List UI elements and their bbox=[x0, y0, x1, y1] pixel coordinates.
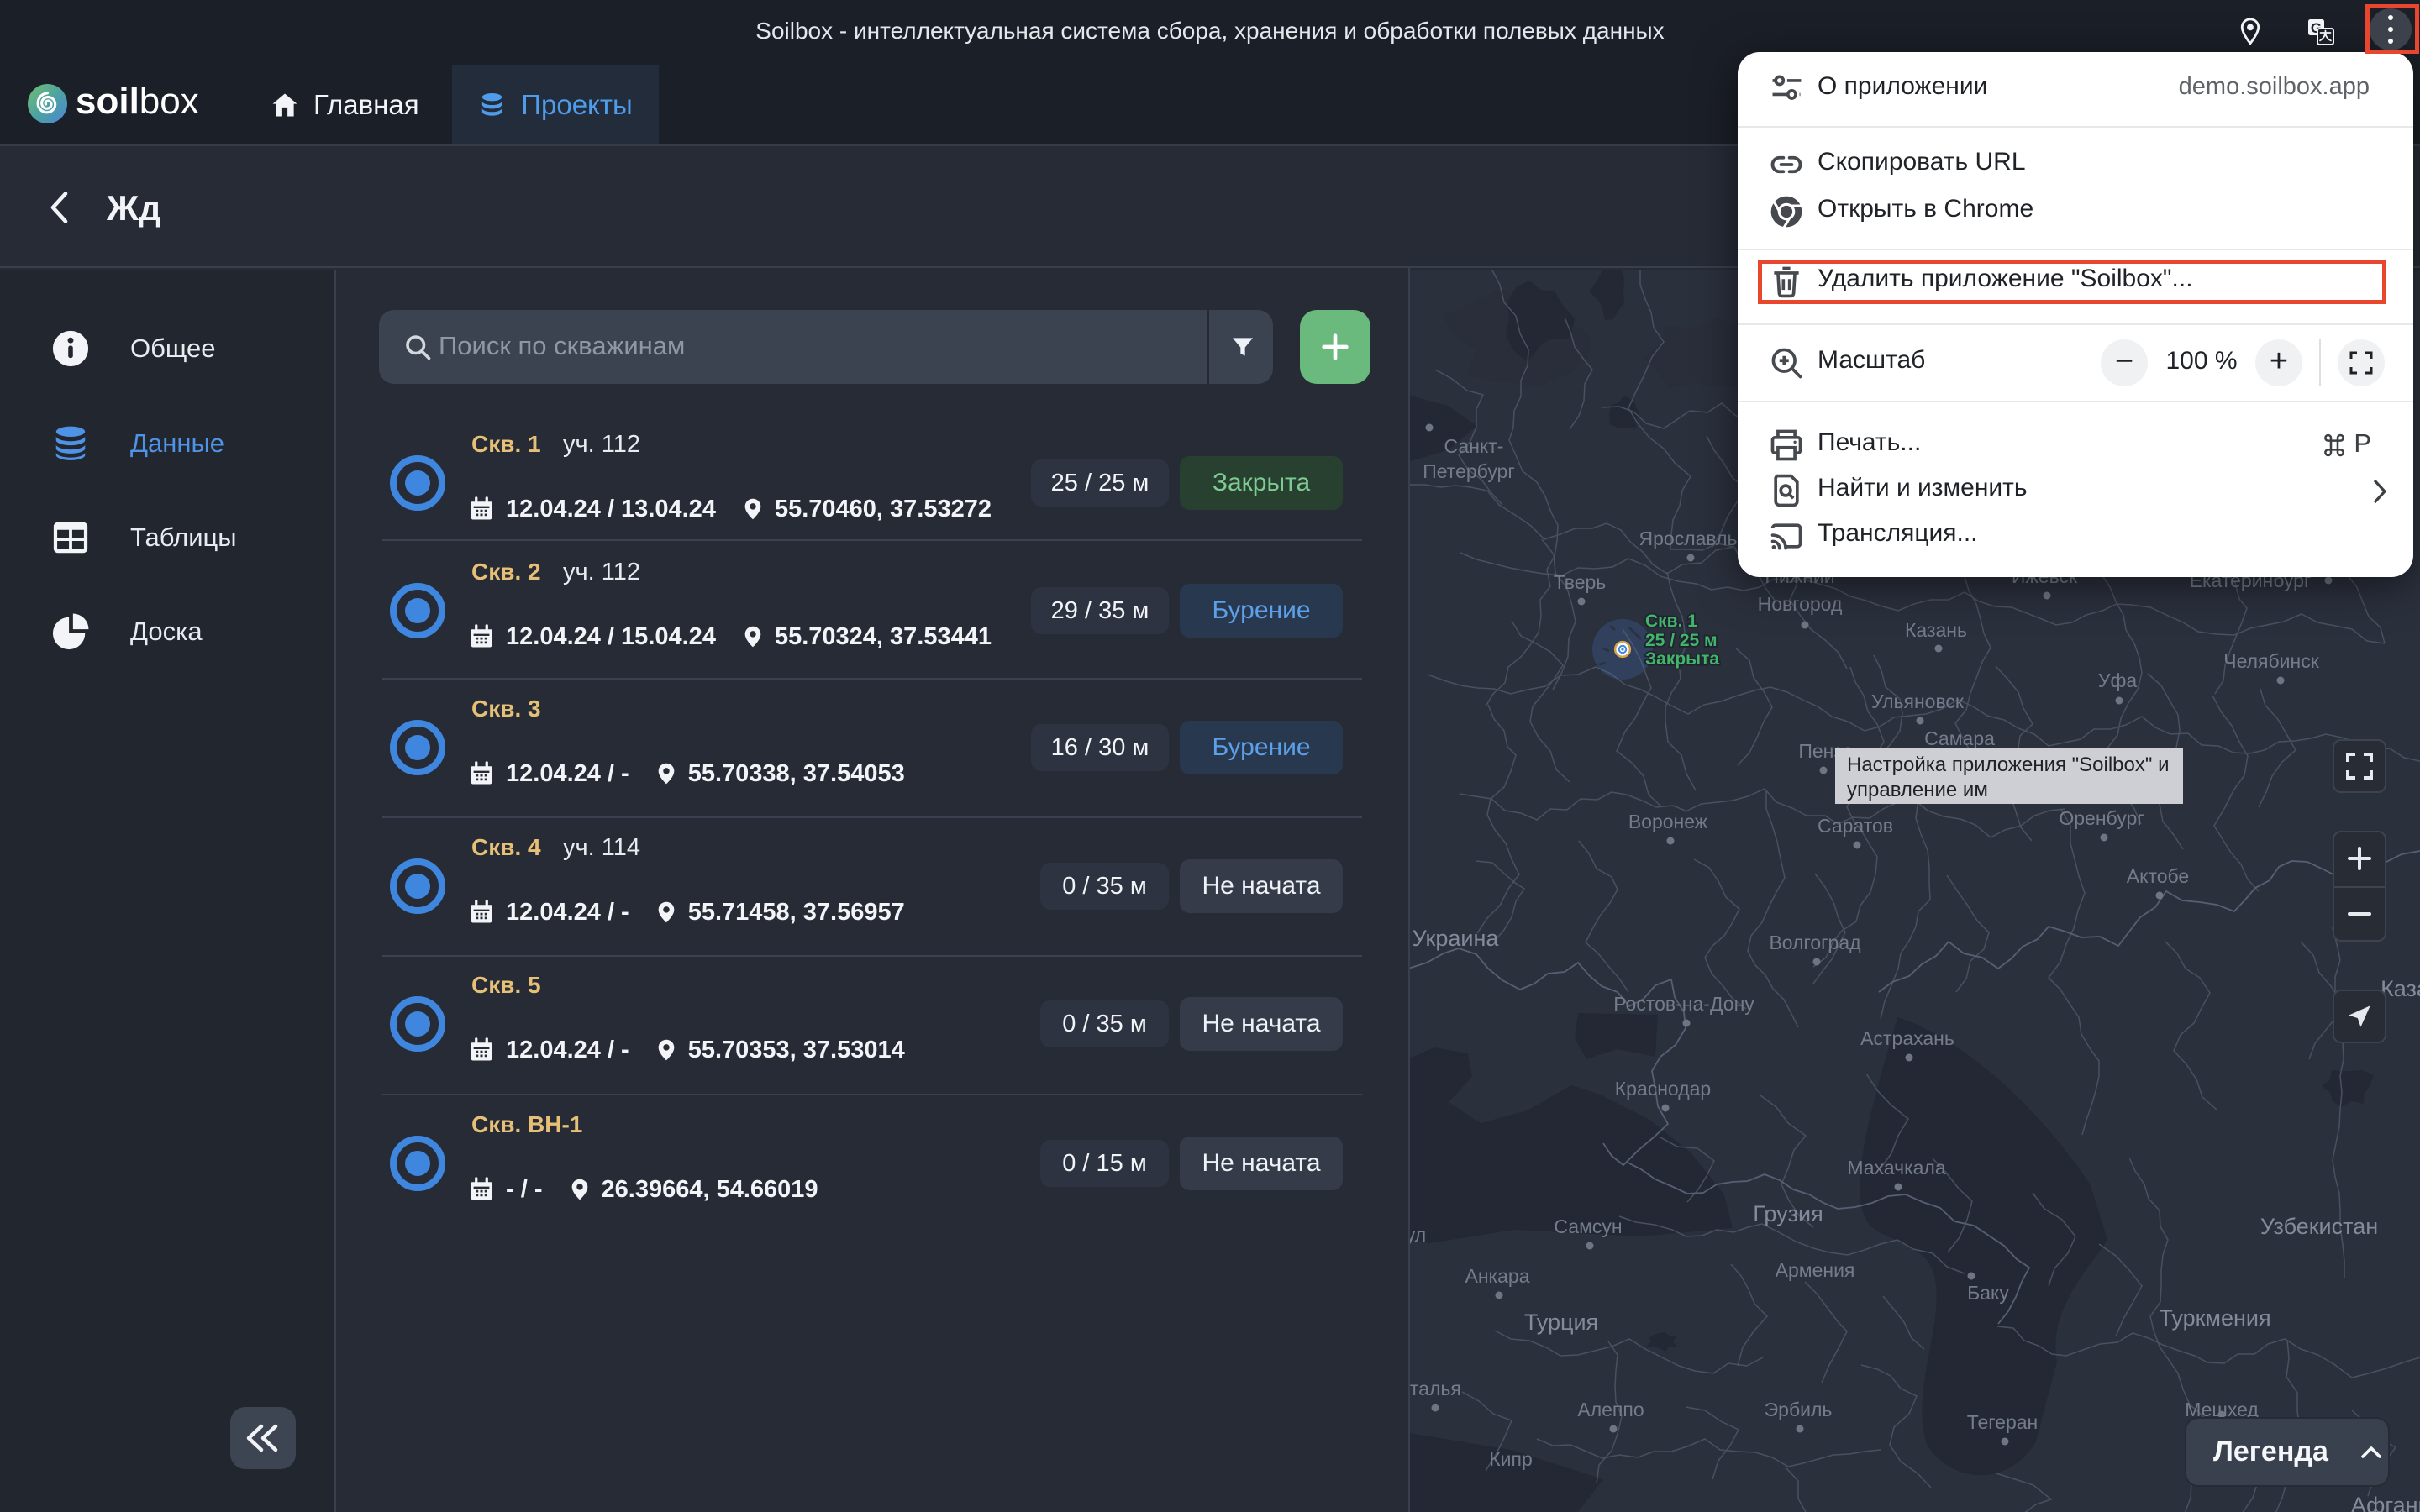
svg-text:Турция: Турция bbox=[1524, 1310, 1598, 1335]
svg-text:Баку: Баку bbox=[1967, 1282, 2009, 1304]
svg-text:Санкт-: Санкт- bbox=[1444, 435, 1504, 457]
svg-text:Казань: Казань bbox=[1905, 619, 1967, 641]
svg-text:Украина: Украина bbox=[1413, 926, 1500, 951]
svg-text:Краснодар: Краснодар bbox=[1615, 1078, 1711, 1100]
svg-text:Армения: Армения bbox=[1776, 1259, 1855, 1281]
svg-text:Анкара: Анкара bbox=[1465, 1265, 1530, 1287]
svg-text:Туркмения: Туркмения bbox=[2159, 1305, 2270, 1331]
svg-text:Ярославль: Ярославль bbox=[1639, 528, 1738, 549]
svg-text:Уфа: Уфа bbox=[2098, 669, 2138, 691]
svg-text:Петербург: Петербург bbox=[1423, 460, 1515, 482]
svg-text:нталья: нталья bbox=[1410, 1378, 1461, 1399]
svg-text:Саратов: Саратов bbox=[1818, 815, 1893, 837]
svg-text:Скв. 1: Скв. 1 bbox=[1645, 612, 1697, 631]
svg-text:Самсун: Самсун bbox=[1554, 1215, 1622, 1237]
svg-text:Грузия: Грузия bbox=[1753, 1201, 1823, 1226]
svg-text:Алеппо: Алеппо bbox=[1577, 1399, 1644, 1420]
svg-text:Каза: Каза bbox=[2381, 976, 2420, 1001]
svg-text:Самара: Самара bbox=[1924, 727, 1995, 749]
svg-text:Оренбург: Оренбург bbox=[2059, 807, 2144, 829]
svg-text:Актобе: Актобе bbox=[2127, 865, 2189, 887]
svg-text:Закрыта: Закрыта bbox=[1645, 649, 1719, 669]
svg-text:Махачкала: Махачкала bbox=[1847, 1157, 1945, 1179]
svg-text:Волгоград: Волгоград bbox=[1769, 932, 1861, 953]
svg-text:Афганис: Афганис bbox=[2351, 1493, 2420, 1512]
svg-text:Кипр: Кипр bbox=[1489, 1448, 1533, 1470]
svg-text:Челябинск: Челябинск bbox=[2223, 650, 2319, 672]
svg-text:Эрбиль: Эрбиль bbox=[1765, 1399, 1833, 1420]
svg-text:Ульяновск: Ульяновск bbox=[1871, 690, 1965, 712]
svg-text:Новгород: Новгород bbox=[1758, 593, 1843, 615]
svg-text:ул: ул bbox=[1410, 1224, 1426, 1246]
svg-text:Воронеж: Воронеж bbox=[1628, 811, 1708, 832]
svg-text:Астрахань: Астрахань bbox=[1860, 1027, 1954, 1049]
svg-text:Ростов-на-Дону: Ростов-на-Дону bbox=[1613, 993, 1754, 1015]
svg-text:Тверь: Тверь bbox=[1554, 571, 1607, 593]
svg-text:Узбекистан: Узбекистан bbox=[2260, 1214, 2378, 1239]
svg-text:25 / 25 м: 25 / 25 м bbox=[1645, 631, 1718, 650]
svg-text:Тегеран: Тегеран bbox=[1967, 1411, 2039, 1433]
